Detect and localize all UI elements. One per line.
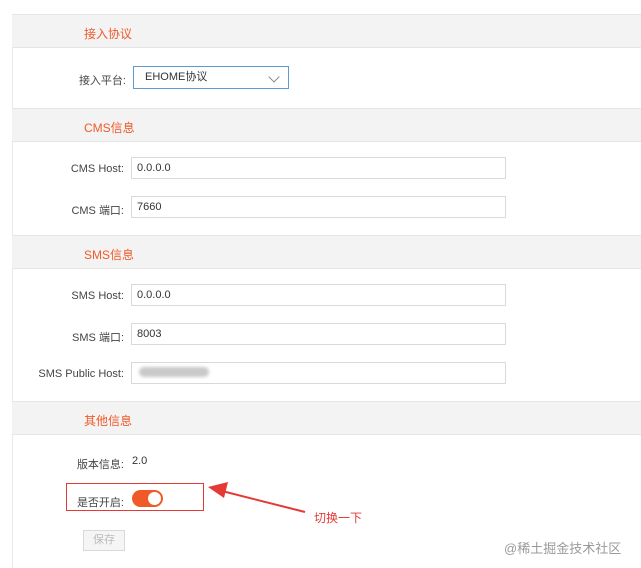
annotation-arrow-icon bbox=[208, 482, 306, 513]
watermark: @稀土掘金技术社区 bbox=[504, 541, 622, 556]
annotation-callout: 切换一下 bbox=[314, 511, 363, 525]
